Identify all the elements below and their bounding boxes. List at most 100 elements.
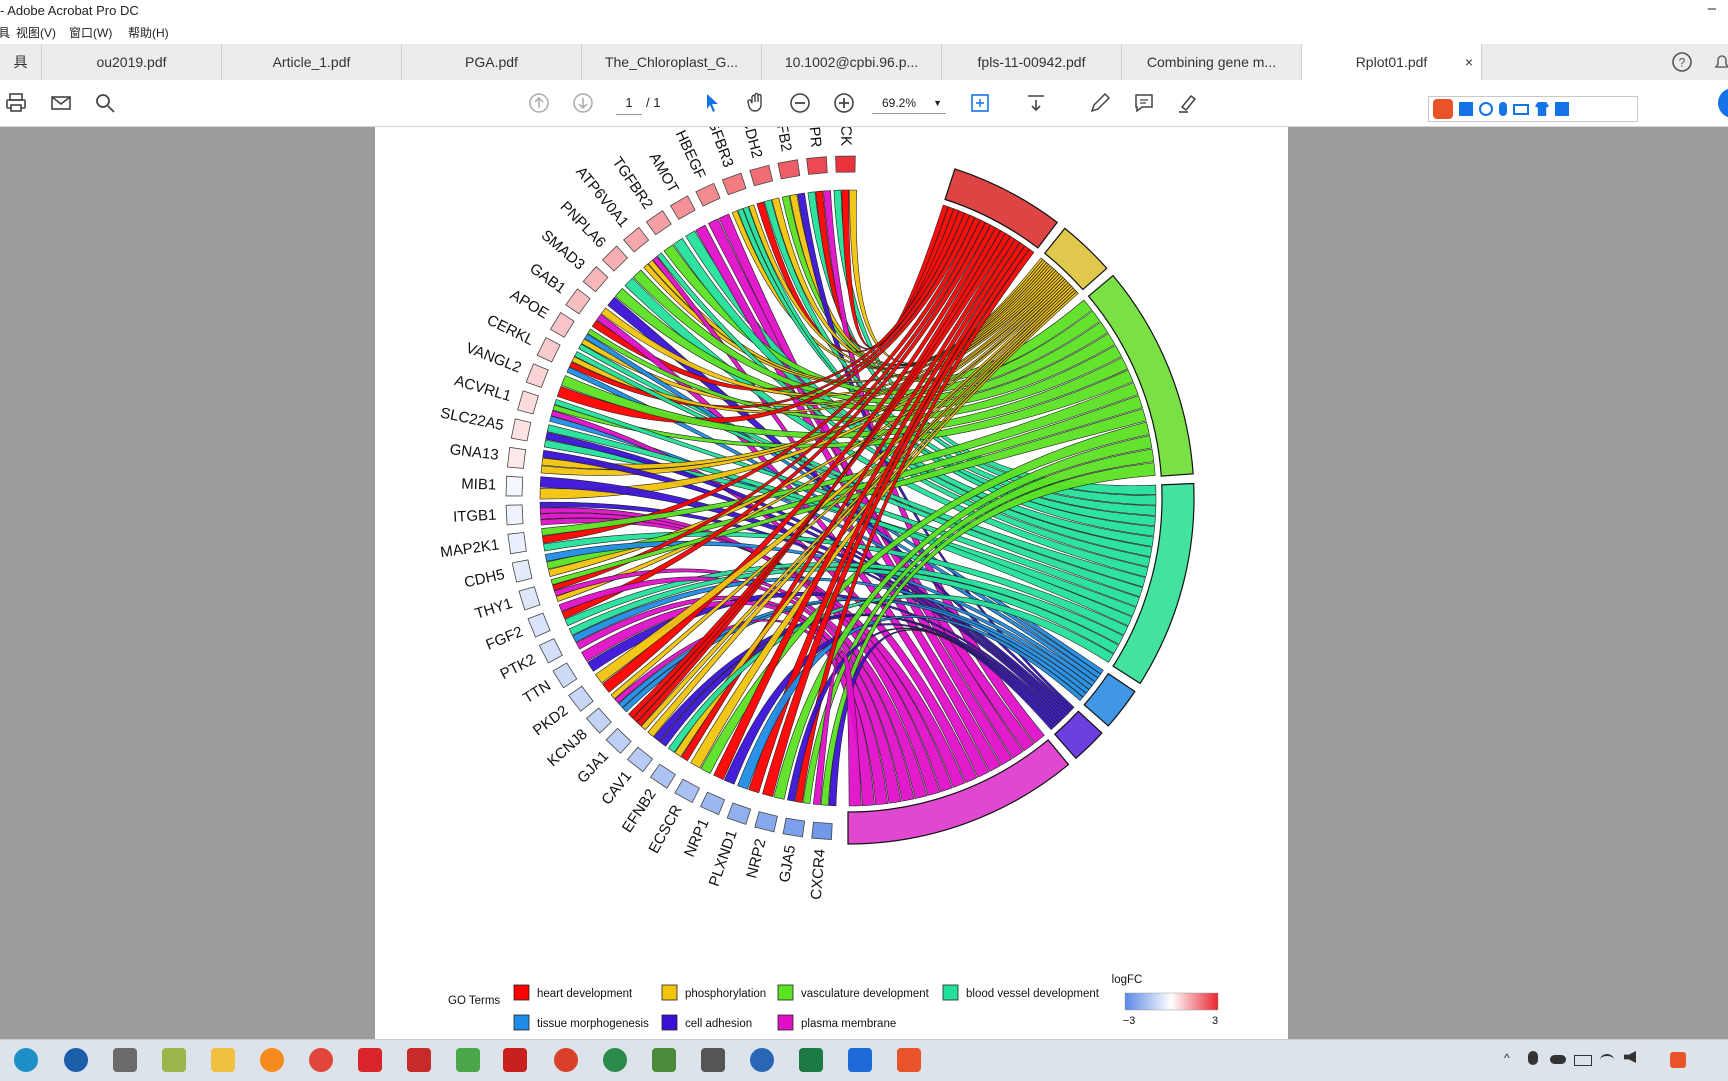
app-icon[interactable] [603, 1048, 627, 1072]
sogou-logo-icon[interactable] [1433, 99, 1453, 119]
select-tool-icon[interactable] [698, 89, 726, 117]
menu-item-window[interactable]: 窗口(W) [69, 22, 112, 44]
minimize-button[interactable]: – [1708, 0, 1716, 20]
gene-label: CDH2 [738, 127, 765, 160]
tab-document[interactable]: PGA.pdf [402, 44, 582, 80]
tab-document[interactable]: Article_1.pdf [222, 44, 402, 80]
gene-box [695, 182, 721, 207]
email-icon[interactable] [47, 89, 75, 117]
tab-document-active[interactable]: Rplot01.pdf × [1302, 44, 1482, 80]
app-icon[interactable] [652, 1048, 676, 1072]
tab-document[interactable]: ou2019.pdf [42, 44, 222, 80]
document-viewer[interactable]: RECKLEPRTGFB2CDH2TGFBR3HBEGFAMOTTGFBR2AT… [0, 127, 1728, 1039]
app-icon[interactable] [848, 1048, 872, 1072]
comment-icon[interactable] [1130, 89, 1158, 117]
excel-icon[interactable] [799, 1048, 823, 1072]
pdf-page: RECKLEPRTGFB2CDH2TGFBR3HBEGFAMOTTGFBR2AT… [375, 127, 1288, 1039]
tab-label: PGA.pdf [465, 54, 518, 70]
language-icon[interactable] [64, 1048, 88, 1072]
fit-page-icon[interactable] [966, 89, 994, 117]
tab-label: Rplot01.pdf [1355, 54, 1428, 70]
legend-swatch [661, 1014, 678, 1031]
gene-box [835, 155, 856, 173]
tab-document[interactable]: 10.1002@cpbi.96.p... [762, 44, 942, 80]
pen-icon[interactable] [1086, 89, 1114, 117]
keyboard-icon[interactable] [1513, 103, 1529, 115]
tab-document[interactable]: Combining gene m... [1122, 44, 1302, 80]
dictionary-icon[interactable] [358, 1048, 382, 1072]
file-explorer-icon[interactable] [211, 1048, 235, 1072]
gene-box [806, 156, 828, 175]
hand-tool-icon[interactable] [742, 89, 770, 117]
zoom-level-select[interactable]: 69.2% ▼ [872, 92, 946, 114]
account-avatar[interactable] [1718, 88, 1728, 118]
wifi-icon[interactable] [1600, 1054, 1614, 1066]
r-icon[interactable] [750, 1048, 774, 1072]
legend-label: heart development [537, 988, 633, 1000]
gene-label: PLXND1 [706, 828, 741, 889]
gene-box [505, 475, 524, 497]
sogou-tray-icon[interactable] [1670, 1052, 1686, 1068]
gene-label: TGFB2 [770, 127, 795, 153]
menu-item-tools[interactable]: 具 [0, 22, 10, 44]
acrobat-icon[interactable] [503, 1048, 527, 1072]
colorbar-max-label: 3 [1212, 1015, 1218, 1027]
notification-bell-icon[interactable] [1708, 48, 1728, 76]
print-icon[interactable] [2, 89, 30, 117]
tab-document[interactable]: The_Chloroplast_G... [582, 44, 762, 80]
highlighter-icon[interactable] [1174, 89, 1202, 117]
page-total: / 1 [646, 95, 661, 110]
close-tab-button[interactable]: × [1465, 44, 1473, 80]
wechat-icon[interactable] [456, 1048, 480, 1072]
next-page-icon[interactable] [569, 89, 597, 117]
gene-label: ACVRL1 [452, 372, 513, 405]
skin-icon[interactable] [1535, 102, 1549, 116]
help-icon[interactable]: ? [1668, 48, 1696, 76]
gene-box [699, 791, 726, 816]
gene-label: MIB1 [461, 475, 497, 493]
microphone-icon[interactable] [1499, 102, 1507, 116]
previous-page-icon[interactable] [525, 89, 553, 117]
scroll-mode-icon[interactable] [1022, 89, 1050, 117]
tab-document[interactable]: fpls-11-00942.pdf [942, 44, 1122, 80]
gene-box [585, 707, 612, 734]
menu-item-help[interactable]: 帮助(H) [128, 22, 169, 44]
volume-icon[interactable] [1624, 1051, 1636, 1063]
battery-icon[interactable] [1574, 1055, 1592, 1066]
tab-overflow[interactable]: 具 [0, 44, 42, 80]
gene-label: AMOT [646, 150, 682, 196]
app-icon[interactable] [897, 1048, 921, 1072]
ipython-icon[interactable] [701, 1048, 725, 1072]
chrome-icon[interactable] [309, 1048, 333, 1072]
microphone-tray-icon[interactable] [1528, 1051, 1538, 1065]
legend-label: cell adhesion [685, 1018, 752, 1030]
tab-label: The_Chloroplast_G... [604, 54, 739, 70]
zoom-in-icon[interactable] [830, 89, 858, 117]
svg-text:?: ? [1679, 56, 1686, 70]
legend-label: blood vessel development [966, 988, 1100, 1000]
gene-label: CERKL [484, 312, 536, 349]
edge-icon[interactable] [14, 1048, 38, 1072]
chinese-mode-icon[interactable] [1459, 102, 1473, 116]
zoom-out-icon[interactable] [786, 89, 814, 117]
toolbox-icon[interactable] [1555, 102, 1569, 116]
gene-box [754, 811, 778, 833]
app-icon[interactable] [113, 1048, 137, 1072]
app-icon[interactable] [407, 1048, 431, 1072]
menu-bar: 具 视图(V) 窗口(W) 帮助(H) [0, 22, 1728, 44]
chevron-up-icon[interactable]: ^ [1504, 1051, 1510, 1065]
gene-box [538, 637, 563, 664]
cloud-icon[interactable] [1550, 1055, 1566, 1064]
app-icon[interactable] [554, 1048, 578, 1072]
search-icon[interactable] [91, 89, 119, 117]
menu-item-view[interactable]: 视图(V) [16, 22, 56, 44]
gene-label: GJA1 [574, 748, 612, 787]
app-icon[interactable] [162, 1048, 186, 1072]
search-app-icon[interactable] [260, 1048, 284, 1072]
page-number-input[interactable]: 1 [616, 92, 642, 115]
legend-label: plasma membrane [801, 1018, 896, 1030]
gene-box [749, 164, 774, 187]
gene-box [645, 210, 672, 236]
gene-label: CAV1 [598, 768, 635, 808]
emoji-icon[interactable] [1479, 102, 1493, 116]
